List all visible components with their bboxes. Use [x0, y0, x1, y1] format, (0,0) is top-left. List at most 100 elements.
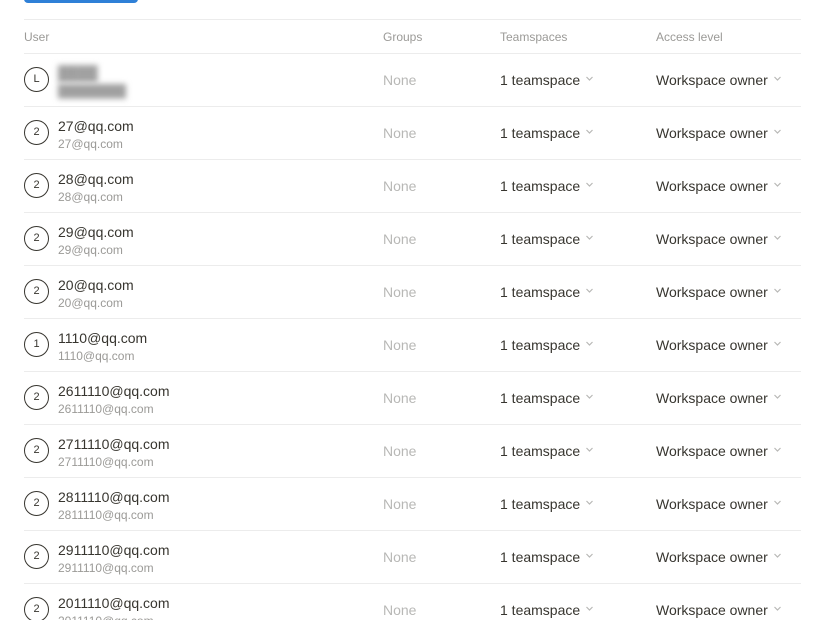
user-name: 27@qq.com: [58, 118, 134, 134]
teamspaces-dropdown[interactable]: 1 teamspace: [500, 72, 594, 88]
user-name: 2711110@qq.com: [58, 436, 170, 452]
groups-value: None: [383, 549, 417, 565]
user-name: 2011110@qq.com: [58, 595, 170, 611]
user-name: 2611110@qq.com: [58, 383, 170, 399]
user-name: 1110@qq.com: [58, 330, 148, 346]
user-email: 2611110@qq.com: [58, 402, 154, 416]
user-email: 2911110@qq.com: [58, 561, 154, 575]
access-level-dropdown[interactable]: Workspace owner: [656, 125, 782, 141]
members-table: User Groups Teamspaces Access level L ███…: [24, 19, 801, 620]
teamspaces-dropdown[interactable]: 1 teamspace: [500, 125, 594, 141]
avatar: 2: [24, 279, 49, 304]
access-level-value: Workspace owner: [656, 284, 768, 300]
chevron-down-icon: [585, 392, 594, 401]
access-level-dropdown[interactable]: Workspace owner: [656, 178, 782, 194]
groups-value: None: [383, 125, 417, 141]
teamspaces-dropdown[interactable]: 1 teamspace: [500, 443, 594, 459]
chevron-down-icon: [773, 127, 782, 136]
access-level-value: Workspace owner: [656, 496, 768, 512]
header-user: User: [24, 30, 50, 44]
access-level-dropdown[interactable]: Workspace owner: [656, 231, 782, 247]
members-page: User Groups Teamspaces Access level L ███…: [0, 0, 839, 620]
access-level-value: Workspace owner: [656, 72, 768, 88]
teamspaces-value: 1 teamspace: [500, 178, 581, 194]
avatar: 2: [24, 491, 49, 516]
avatar: 2: [24, 385, 49, 410]
teamspaces-dropdown[interactable]: 1 teamspace: [500, 496, 594, 512]
groups-value: None: [383, 390, 417, 406]
chevron-down-icon: [585, 286, 594, 295]
groups-value: None: [383, 231, 417, 247]
teamspaces-value: 1 teamspace: [500, 72, 581, 88]
access-level-value: Workspace owner: [656, 125, 768, 141]
chevron-down-icon: [773, 180, 782, 189]
chevron-down-icon: [585, 180, 594, 189]
user-name: ████: [58, 65, 98, 81]
user-name: 2911110@qq.com: [58, 542, 170, 558]
groups-value: None: [383, 178, 417, 194]
table-row: 2 2611110@qq.com 2611110@qq.com None 1 teams…: [24, 372, 801, 425]
chevron-down-icon: [585, 604, 594, 613]
user-email: 27@qq.com: [58, 137, 123, 151]
avatar: 2: [24, 597, 49, 620]
header-teamspaces: Teamspaces: [500, 30, 568, 44]
access-level-value: Workspace owner: [656, 549, 768, 565]
teamspaces-dropdown[interactable]: 1 teamspace: [500, 284, 594, 300]
chevron-down-icon: [585, 551, 594, 560]
access-level-dropdown[interactable]: Workspace owner: [656, 284, 782, 300]
avatar: 2: [24, 226, 49, 251]
table-row: 2 20@qq.com 20@qq.com None 1 teamspace Worksp…: [24, 266, 801, 319]
teamspaces-value: 1 teamspace: [500, 443, 581, 459]
access-level-value: Workspace owner: [656, 231, 768, 247]
table-row: 2 2811110@qq.com 2811110@qq.com None 1 teams…: [24, 478, 801, 531]
header-access-level: Access level: [656, 30, 723, 44]
table-row: L ████ ████████ None 1 teamspace Workspace ow…: [24, 54, 801, 107]
user-email: 20@qq.com: [58, 296, 123, 310]
table-row: 2 2011110@qq.com 2011110@qq.com None 1 teams…: [24, 584, 801, 620]
table-row: 2 2911110@qq.com 2911110@qq.com None 1 teams…: [24, 531, 801, 584]
chevron-down-icon: [773, 445, 782, 454]
user-email: 1110@qq.com: [58, 349, 135, 363]
access-level-dropdown[interactable]: Workspace owner: [656, 496, 782, 512]
table-row: 2 27@qq.com 27@qq.com None 1 teamspace Worksp…: [24, 107, 801, 160]
avatar: 2: [24, 120, 49, 145]
user-email: 28@qq.com: [58, 190, 123, 204]
teamspaces-value: 1 teamspace: [500, 549, 581, 565]
groups-value: None: [383, 496, 417, 512]
user-name: 29@qq.com: [58, 224, 134, 240]
table-row: 2 2711110@qq.com 2711110@qq.com None 1 teams…: [24, 425, 801, 478]
access-level-dropdown[interactable]: Workspace owner: [656, 549, 782, 565]
avatar: 2: [24, 544, 49, 569]
access-level-dropdown[interactable]: Workspace owner: [656, 602, 782, 618]
teamspaces-value: 1 teamspace: [500, 231, 581, 247]
teamspaces-value: 1 teamspace: [500, 496, 581, 512]
access-level-dropdown[interactable]: Workspace owner: [656, 72, 782, 88]
access-level-dropdown[interactable]: Workspace owner: [656, 443, 782, 459]
teamspaces-dropdown[interactable]: 1 teamspace: [500, 549, 594, 565]
table-row: 2 29@qq.com 29@qq.com None 1 teamspace Worksp…: [24, 213, 801, 266]
chevron-down-icon: [585, 74, 594, 83]
chevron-down-icon: [585, 339, 594, 348]
teamspaces-dropdown[interactable]: 1 teamspace: [500, 178, 594, 194]
access-level-dropdown[interactable]: Workspace owner: [656, 337, 782, 353]
user-name: 20@qq.com: [58, 277, 134, 293]
chevron-down-icon: [585, 233, 594, 242]
chevron-down-icon: [773, 392, 782, 401]
teamspaces-value: 1 teamspace: [500, 125, 581, 141]
access-level-dropdown[interactable]: Workspace owner: [656, 390, 782, 406]
groups-value: None: [383, 602, 417, 618]
chevron-down-icon: [773, 604, 782, 613]
teamspaces-dropdown[interactable]: 1 teamspace: [500, 231, 594, 247]
access-level-value: Workspace owner: [656, 178, 768, 194]
table-header: User Groups Teamspaces Access level: [24, 20, 801, 54]
teamspaces-dropdown[interactable]: 1 teamspace: [500, 390, 594, 406]
table-row: 2 28@qq.com 28@qq.com None 1 teamspace Worksp…: [24, 160, 801, 213]
user-name: 2811110@qq.com: [58, 489, 170, 505]
access-level-value: Workspace owner: [656, 602, 768, 618]
avatar: L: [24, 67, 49, 92]
teamspaces-dropdown[interactable]: 1 teamspace: [500, 602, 594, 618]
user-email: 2011110@qq.com: [58, 614, 154, 620]
chevron-down-icon: [773, 551, 782, 560]
teamspaces-dropdown[interactable]: 1 teamspace: [500, 337, 594, 353]
primary-action-button[interactable]: [24, 0, 138, 3]
